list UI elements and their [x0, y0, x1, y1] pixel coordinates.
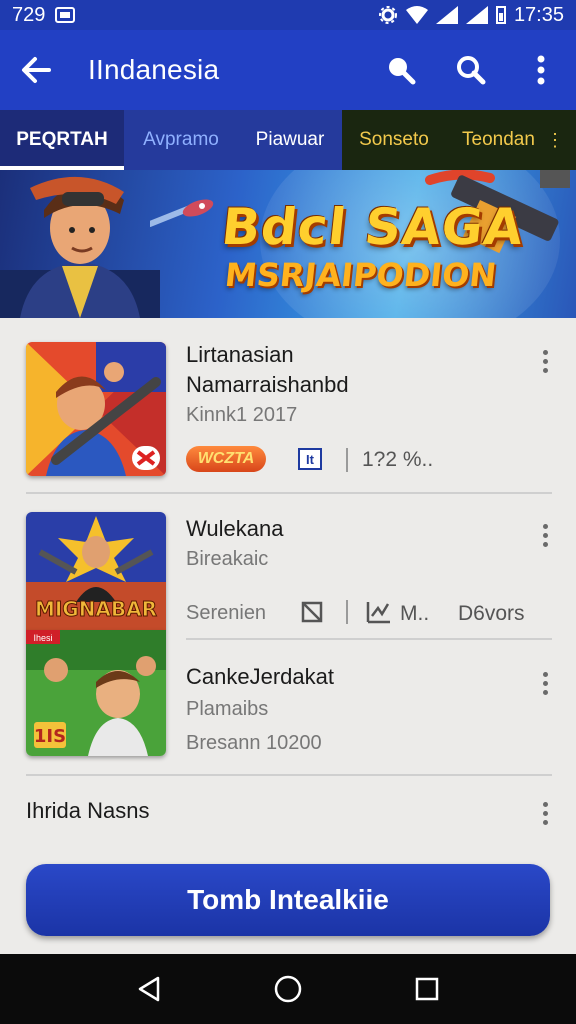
section-label: Ihrida Nasns — [26, 798, 150, 823]
search-icon — [389, 58, 416, 85]
nav-back-button[interactable] — [119, 959, 179, 1019]
home-circle-icon — [274, 975, 302, 1003]
list-item[interactable]: Lirtanasian Namarraishanbd Kinnk1 2017 W… — [0, 318, 576, 494]
section-row[interactable]: Ihrida Nasns — [0, 780, 576, 840]
battery-icon — [495, 6, 506, 24]
app-thumbnail: MIGNABAR — [26, 512, 166, 630]
item-subtitle: Plamaibs — [186, 698, 269, 720]
tab-5[interactable]: Teondan ⋮ — [446, 110, 576, 170]
tab-more-icon: ⋮ — [546, 130, 564, 150]
list-item[interactable]: Ihesi 1IS CankeJerdakat Plamaibs Bresann… — [0, 630, 576, 776]
nav-recents-button[interactable] — [397, 959, 457, 1019]
tab-3[interactable]: Piawuar — [238, 110, 342, 170]
hero-character-illustration — [0, 176, 160, 318]
search-button[interactable] — [366, 30, 436, 110]
wifi-icon — [405, 6, 428, 24]
item-badge: WCZTA — [186, 446, 266, 472]
page-title: IIndanesia — [88, 54, 220, 85]
more-vert-icon — [537, 55, 545, 85]
status-time-right: 17:35 — [513, 3, 564, 26]
overflow-menu-button[interactable] — [506, 30, 576, 110]
item-stat-2: D6vors — [458, 602, 525, 625]
item-title-line2: Namarraishanbd — [186, 372, 349, 397]
item-menu-button[interactable] — [534, 518, 556, 552]
item-menu-button[interactable] — [534, 344, 556, 378]
signal-icon — [435, 6, 458, 24]
primary-action-button[interactable]: Tomb Intealkiie — [26, 864, 550, 936]
list-item[interactable]: MIGNABAR Wulekana Bireakaic Serenien M..… — [0, 494, 576, 640]
divider-vertical — [346, 448, 348, 472]
status-bar: 729 17:35 — [0, 0, 576, 30]
item-menu-button[interactable] — [534, 666, 556, 700]
search-icon — [457, 56, 486, 85]
item-stat: M.. — [400, 602, 430, 625]
game-art-image — [26, 342, 166, 476]
app-thumbnail — [26, 342, 166, 476]
search-button-2[interactable] — [436, 30, 506, 110]
item-subtitle: Bireakaic — [186, 548, 269, 570]
tab-4[interactable]: Sonseto — [342, 110, 446, 170]
item-title: Lirtanasian — [186, 342, 294, 367]
item-meta: Kinnk1 2017 — [186, 404, 298, 426]
rocket-illustration — [150, 199, 214, 227]
banner-title: Bdcl SAGA — [218, 198, 527, 256]
app-bar: IIndanesia — [0, 30, 576, 110]
tab-1[interactable]: PEQRTAH — [0, 110, 124, 170]
item-title: Wulekana — [186, 516, 284, 541]
game-art-image: Ihesi 1IS — [26, 630, 166, 756]
gear-icon — [378, 6, 397, 24]
notification-icon — [55, 7, 76, 23]
back-button[interactable] — [0, 30, 72, 110]
item-stat: 1?2 %.. — [362, 448, 434, 471]
tab-2[interactable]: Avpramo — [124, 110, 238, 170]
item-meta: Serenien — [186, 602, 267, 624]
triangle-back-icon — [139, 976, 160, 1002]
tab-5-label: Teondan — [462, 129, 535, 150]
tab-bar: PEQRTAH Avpramo Piawuar Sonseto Teondan … — [0, 110, 576, 170]
item-meta: Bresann 10200 — [186, 732, 322, 754]
nav-home-button[interactable] — [258, 959, 318, 1019]
app-thumbnail: Ihesi 1IS — [26, 630, 166, 756]
divider — [26, 774, 552, 776]
divider-vertical — [346, 600, 348, 624]
system-nav-bar — [0, 954, 576, 1024]
chart-icon — [366, 602, 390, 624]
crop-icon — [301, 601, 323, 623]
item-title: CankeJerdakat — [186, 664, 334, 689]
thumb-tag: Ihesi — [33, 633, 52, 643]
game-art-image: MIGNABAR — [26, 512, 166, 630]
item-badge-icon: It — [298, 448, 322, 470]
thumb-title: MIGNABAR — [35, 597, 157, 621]
banner-subtitle: MSRJAIPODION — [223, 256, 499, 294]
section-menu-button[interactable] — [534, 796, 556, 830]
signal-icon-2 — [465, 6, 488, 24]
thumb-number: 1IS — [34, 726, 66, 747]
promo-banner[interactable]: Bdcl SAGA MSRJAIPODION — [0, 170, 576, 318]
recents-square-icon — [415, 977, 438, 1001]
arrow-left-icon — [22, 57, 51, 83]
status-time-left: 729 — [12, 3, 46, 26]
